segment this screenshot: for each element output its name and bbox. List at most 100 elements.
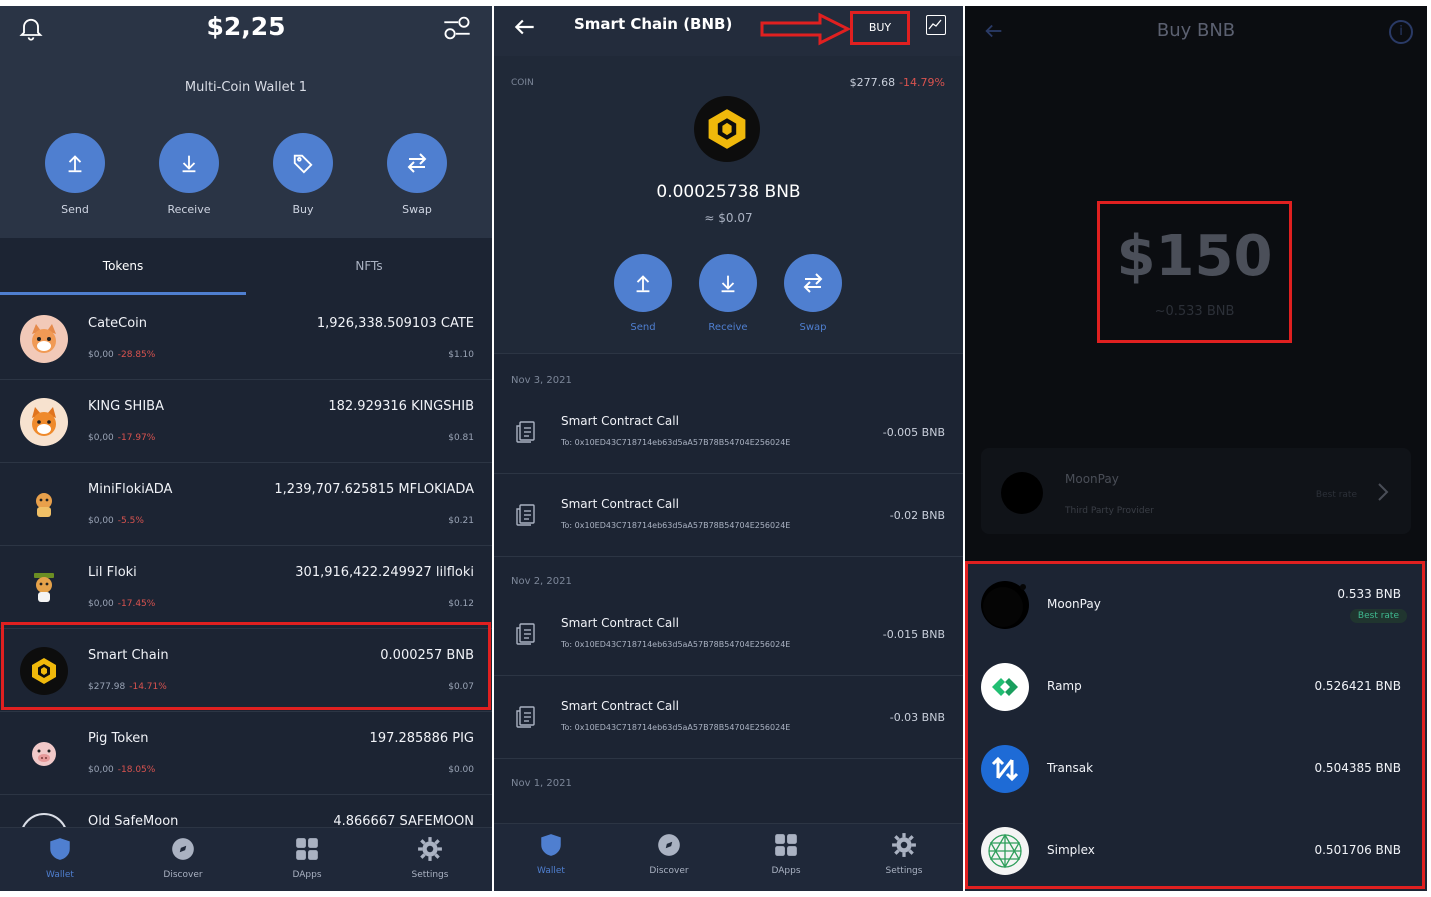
active-tab-indicator [0, 292, 246, 295]
transaction-row[interactable]: Smart Contract Call To: 0x10ED43C718714e… [494, 594, 963, 676]
send-button[interactable]: Send [44, 133, 106, 216]
buy-button-top[interactable]: BUY [850, 11, 910, 45]
token-name: Lil Floki [88, 565, 137, 580]
receive-button[interactable]: Receive [158, 133, 220, 216]
tag-icon [293, 154, 313, 174]
total-balance: $2,25 [206, 12, 286, 41]
date-header: Nov 3, 2021 [511, 375, 572, 386]
smart-chain-highlight [1, 622, 491, 710]
coin-summary: COIN $277.68 -14.79% 0.00025738 BNB ≈ $0.… [494, 56, 963, 354]
token-row[interactable]: KING SHIBA 182.929316 KINGSHIB $0,00 -17.… [0, 381, 492, 463]
tab-nfts[interactable]: NFTs [246, 246, 492, 294]
arrow-up-icon [68, 155, 82, 173]
swap-button[interactable]: Swap [386, 133, 448, 216]
shield-icon [541, 834, 561, 856]
swap-button[interactable]: Swap [783, 254, 843, 333]
arrow-up-icon [636, 275, 650, 293]
date-header: Nov 1, 2021 [511, 778, 572, 789]
transaction-row[interactable]: Smart Contract Call To: 0x10ED43C718714e… [494, 677, 963, 759]
wallet-header: $2,25 Multi-Coin Wallet 1 Send Receive B… [0, 6, 492, 238]
nav-settings[interactable]: Settings [390, 836, 470, 880]
selected-provider-name: MoonPay [1065, 472, 1119, 486]
moonpay-icon [1001, 472, 1043, 514]
receive-label: Receive [708, 322, 748, 333]
transaction-recipient: To: 0x10ED43C718714eb63d5aA57B78B54704E2… [561, 521, 791, 530]
fiat-amount: $150 [1116, 224, 1273, 289]
token-price: $0,00 -17.97% [88, 433, 156, 443]
gear-icon [418, 837, 442, 861]
asset-tabs: Tokens NFTs [0, 246, 492, 296]
send-button[interactable]: Send [613, 254, 673, 333]
selected-provider-subtitle: Third Party Provider [1065, 506, 1154, 516]
transaction-amount: -0.015 BNB [882, 628, 945, 641]
nav-discover[interactable]: Discover [629, 832, 709, 876]
coin-title: Smart Chain (BNB) [574, 15, 733, 33]
token-name: MiniFlokiADA [88, 482, 173, 497]
token-row[interactable]: MiniFlokiADA 1,239,707.625815 MFLOKIADA … [0, 464, 492, 546]
buy-title: Buy BNB [1156, 20, 1236, 41]
buy-screen: Buy BNB i $150 ~0.533 BNB MoonPay Third … [965, 6, 1427, 891]
nav-discover[interactable]: Discover [143, 836, 223, 880]
coin-fiat-value: ≈ $0.07 [704, 211, 753, 225]
compass-icon [172, 838, 194, 860]
contract-document-icon [516, 421, 535, 443]
transaction-recipient: To: 0x10ED43C718714eb63d5aA57B78B54704E2… [561, 723, 791, 732]
wallet-screen: $2,25 Multi-Coin Wallet 1 Send Receive B… [0, 6, 492, 891]
receive-button[interactable]: Receive [698, 254, 758, 333]
tab-tokens[interactable]: Tokens [0, 246, 246, 294]
nav-dapps[interactable]: DApps [746, 832, 826, 876]
coin-change: -14.79% [899, 76, 945, 89]
contract-document-icon [516, 706, 535, 728]
nav-dapps-label: DApps [771, 866, 801, 876]
nav-settings-label: Settings [885, 866, 923, 876]
buy-button[interactable]: Buy [272, 133, 334, 216]
token-fiat: $1.10 [448, 350, 474, 360]
amount-display[interactable]: $150 ~0.533 BNB [1097, 201, 1292, 343]
nav-discover-label: Discover [649, 866, 689, 876]
lil-floki-icon [20, 564, 68, 612]
nav-settings-label: Settings [411, 870, 449, 880]
nav-wallet[interactable]: Wallet [20, 836, 100, 880]
back-arrow-icon[interactable] [512, 14, 538, 40]
nav-dapps[interactable]: DApps [267, 836, 347, 880]
grid-icon [296, 838, 318, 860]
bottom-nav: Wallet Discover DApps Settings [0, 827, 492, 891]
shield-icon [50, 838, 70, 860]
token-change: -17.97% [117, 433, 156, 443]
chart-icon[interactable] [926, 15, 946, 35]
nav-dapps-label: DApps [292, 870, 322, 880]
contract-document-icon [516, 504, 535, 526]
pig-icon [20, 730, 68, 778]
transaction-title: Smart Contract Call [561, 414, 679, 428]
compass-icon [658, 834, 680, 856]
bnb-icon [694, 96, 760, 162]
token-amount: 1,239,707.625815 MFLOKIADA [274, 482, 474, 497]
token-fiat: $0.00 [448, 765, 474, 775]
token-fiat: $0.21 [448, 516, 474, 526]
shiba-icon [20, 398, 68, 446]
token-fiat: $0.12 [448, 599, 474, 609]
gear-icon [892, 833, 916, 857]
filter-settings-icon[interactable] [442, 14, 472, 42]
send-label: Send [630, 322, 656, 333]
coin-detail-screen: Smart Chain (BNB) BUY COIN $277.68 -14.79… [494, 6, 963, 891]
token-name: CateCoin [88, 316, 148, 331]
token-row[interactable]: CateCoin 1,926,338.509103 CATE $0,00 -28.… [0, 298, 492, 380]
token-row[interactable]: Pig Token 197.285886 PIG $0,00 -18.05% $0… [0, 713, 492, 795]
transaction-row[interactable]: Smart Contract Call To: 0x10ED43C718714e… [494, 475, 963, 557]
token-amount: 182.929316 KINGSHIB [328, 399, 474, 414]
coin-header: Smart Chain (BNB) BUY [494, 6, 963, 56]
grid-icon [775, 834, 797, 856]
token-row[interactable]: Lil Floki 301,916,422.249927 lilfloki $0… [0, 547, 492, 629]
selected-provider[interactable]: MoonPay Third Party Provider Best rate [981, 448, 1411, 534]
date-header: Nov 2, 2021 [511, 576, 572, 587]
wallet-name: Multi-Coin Wallet 1 [184, 80, 308, 95]
nav-wallet[interactable]: Wallet [511, 832, 591, 876]
nav-settings[interactable]: Settings [864, 832, 944, 876]
token-change: -5.5% [117, 516, 144, 526]
swap-icon [803, 273, 823, 293]
transaction-amount: -0.02 BNB [889, 509, 945, 522]
transaction-row[interactable]: Smart Contract Call To: 0x10ED43C718714e… [494, 392, 963, 474]
swap-label: Swap [402, 203, 432, 216]
info-icon[interactable]: i [1389, 20, 1413, 44]
